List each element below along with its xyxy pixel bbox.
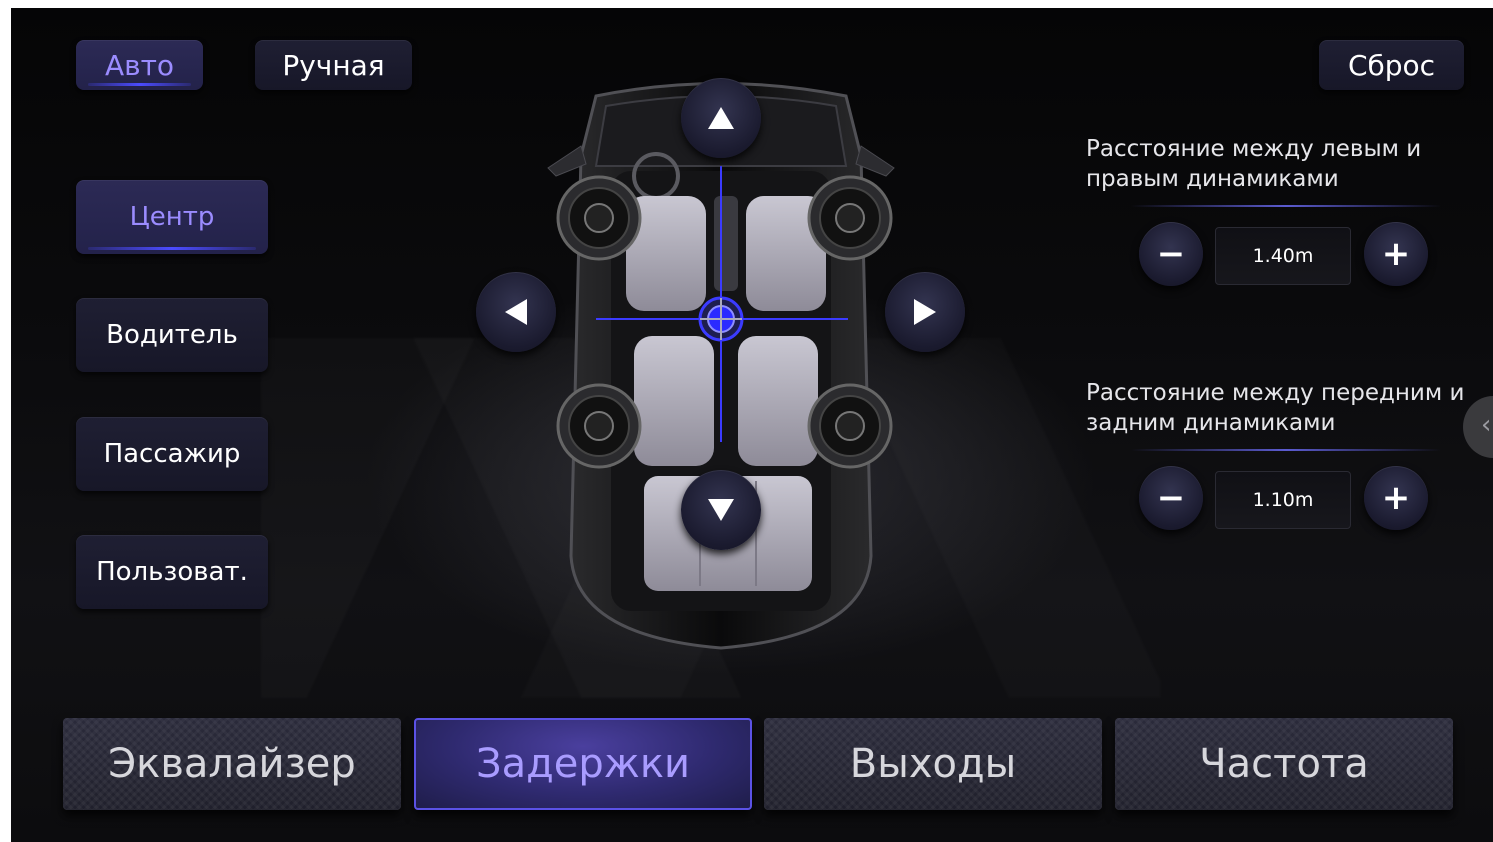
arrow-left-icon [505,299,527,325]
arrow-up-icon [708,107,734,129]
preset-driver-button[interactable]: Водитель [76,298,268,372]
distance-lr-plus-button[interactable]: + [1364,222,1428,286]
auto-mode-button[interactable]: Авто [76,40,203,90]
arrow-down-button[interactable] [681,470,761,550]
tab-equalizer[interactable]: Эквалайзер [63,718,401,810]
arrow-up-button[interactable] [681,78,761,158]
speaker-front-right-icon [807,175,893,261]
arrow-right-button[interactable] [885,272,965,352]
arrow-left-button[interactable] [476,272,556,352]
distance-lr-minus-button[interactable]: − [1139,222,1203,286]
preset-center-button[interactable]: Центр [76,180,268,254]
manual-mode-button[interactable]: Ручная [255,40,412,90]
preset-passenger-button[interactable]: Пассажир [76,417,268,491]
distance-fr-minus-button[interactable]: − [1139,466,1203,530]
tab-delays[interactable]: Задержки [414,718,752,810]
speaker-rear-right-icon [807,383,893,469]
preset-custom-button[interactable]: Пользоват. [76,535,268,609]
distance-lr-label: Расстояние между левым и правым динамика… [1086,136,1422,192]
distance-fr-label: Расстояние между передним и задним динам… [1086,380,1465,436]
tab-outputs[interactable]: Выходы [764,718,1102,810]
distance-fr-divider [1131,449,1441,451]
speaker-rear-left-icon [556,383,642,469]
distance-lr-value: 1.40m [1215,227,1351,285]
distance-fr-value: 1.10m [1215,471,1351,529]
speaker-front-left-icon [556,175,642,261]
distance-lr-divider [1131,205,1441,207]
tab-frequency[interactable]: Частота [1115,718,1453,810]
audio-delay-screen: Авто Ручная Сброс Центр Водитель Пассажи… [11,8,1493,842]
distance-fr-plus-button[interactable]: + [1364,466,1428,530]
arrow-right-icon [914,299,936,325]
chevron-left-icon: ‹ [1481,410,1492,440]
listening-point-icon[interactable] [698,296,744,342]
reset-button[interactable]: Сброс [1319,40,1464,90]
arrow-down-icon [708,499,734,521]
